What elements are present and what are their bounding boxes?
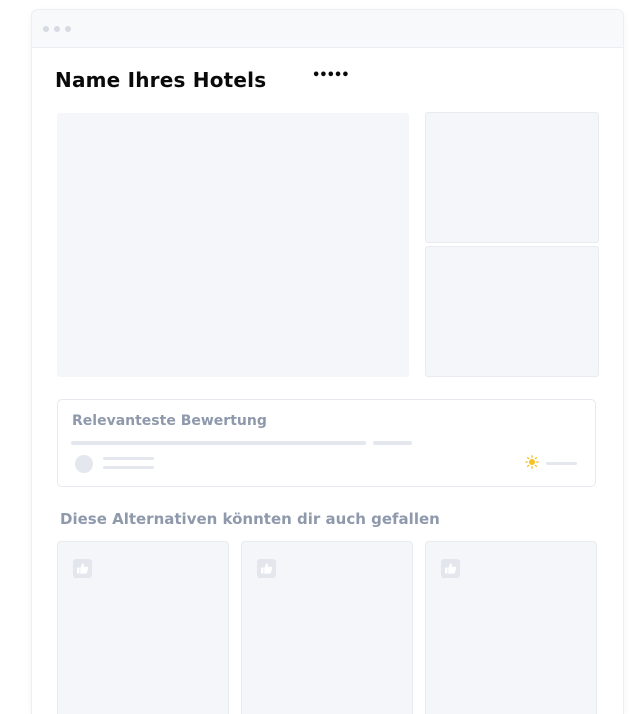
review-text-line [71, 441, 366, 445]
main-photo-placeholder[interactable] [57, 113, 409, 377]
thumbs-up-badge [257, 559, 276, 578]
thumbs-up-badge [73, 559, 92, 578]
side-photo-placeholder-top[interactable] [425, 112, 599, 243]
review-text-line [373, 441, 412, 445]
alternative-hotel-card[interactable] [425, 541, 597, 714]
window-control-dot[interactable] [65, 26, 71, 32]
window-titlebar [32, 10, 623, 48]
thumbs-up-icon [445, 563, 457, 574]
thumbs-up-icon [77, 563, 89, 574]
alternative-hotel-card[interactable] [241, 541, 413, 714]
reviewer-name-line [103, 457, 154, 460]
review-title: Relevanteste Bewertung [72, 413, 267, 429]
hotel-rating-stars: ••••• [312, 68, 350, 83]
hotel-name: Name Ihres Hotels [55, 68, 267, 92]
thumbs-up-icon [261, 563, 273, 574]
alternative-hotel-card[interactable] [57, 541, 229, 714]
alternatives-heading: Diese Alternativen könnten dir auch gefa… [60, 510, 440, 528]
side-photo-placeholder-bottom[interactable] [425, 246, 599, 377]
reviewer-avatar [75, 455, 93, 473]
top-review-card[interactable]: Relevanteste Bewertung [57, 399, 596, 487]
thumbs-up-badge [441, 559, 460, 578]
sun-icon [525, 455, 539, 469]
window-control-dot[interactable] [54, 26, 60, 32]
window-control-dot[interactable] [43, 26, 49, 32]
browser-window: Name Ihres Hotels ••••• Relevanteste Bew… [32, 10, 623, 714]
reviewer-meta-line [103, 466, 154, 469]
weather-text-line [546, 462, 577, 465]
